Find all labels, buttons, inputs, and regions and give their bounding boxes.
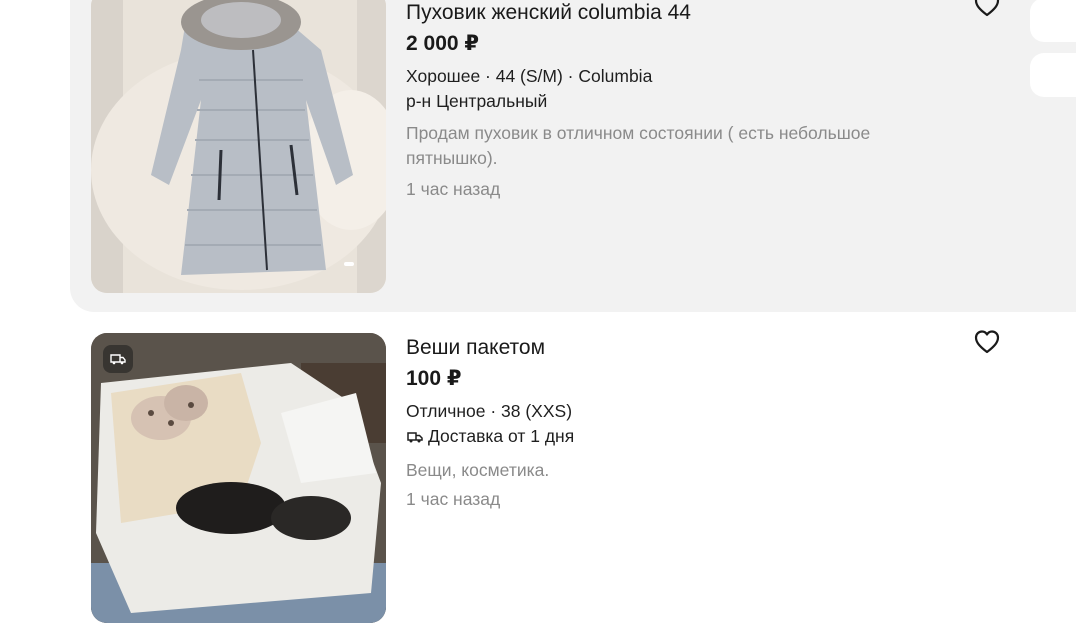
side-panel-button[interactable] — [1030, 0, 1076, 42]
gallery-indicator — [344, 262, 354, 266]
listing-description: Продам пуховик в отличном состоянии ( ес… — [406, 123, 871, 168]
side-panel-button[interactable] — [1030, 53, 1076, 97]
listing-photo[interactable] — [91, 0, 386, 293]
listing-title[interactable]: Веши пакетом — [406, 336, 545, 360]
listing-location: р-н Центральный — [406, 91, 548, 111]
listing-title[interactable]: Пуховик женский columbia 44 — [406, 1, 691, 25]
favorite-heart-icon[interactable] — [973, 329, 1001, 355]
listing-params: Хорошее · 44 (S/M) · Columbia — [406, 66, 653, 86]
listing-price: 100 ₽ — [406, 367, 462, 390]
favorite-heart-icon[interactable] — [973, 0, 1001, 18]
listing-description: Вещи, косметика. — [406, 460, 550, 480]
listing-params: Отличное · 38 (XXS) — [406, 401, 573, 421]
puffer-coat-photo — [91, 0, 386, 293]
clothes-bag-photo — [91, 333, 386, 623]
delivery-info: Доставка от 1 дня — [406, 426, 574, 447]
listing-time: 1 час назад — [406, 489, 501, 509]
listing-price: 2 000 ₽ — [406, 32, 479, 55]
delivery-icon — [407, 431, 423, 442]
delivery-truck-icon — [103, 345, 133, 373]
delivery-label: Доставка от 1 дня — [428, 426, 575, 446]
listing-time: 1 час назад — [406, 179, 501, 199]
listing-photo[interactable] — [91, 333, 386, 623]
